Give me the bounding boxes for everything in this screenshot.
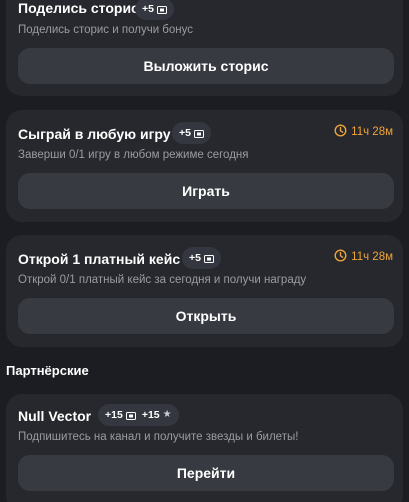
task-card-open-case: Открой 1 платный кейс +5 11ч 28м Открой … xyxy=(6,235,403,347)
open-case-button[interactable]: Открыть xyxy=(18,298,394,334)
reward-amount: +5 xyxy=(189,252,201,264)
tickets-amount: +15 xyxy=(105,409,123,421)
task-timer: 11ч 28м xyxy=(334,124,393,140)
partners-heading: Партнёрские xyxy=(6,363,89,378)
go-to-partner-button[interactable]: Перейти xyxy=(18,455,394,491)
partner-card-null-vector: Null Vector +15 +15 ★ Подпишитесь на кан… xyxy=(6,394,403,502)
star-icon: ★ xyxy=(162,409,172,420)
post-story-button[interactable]: Выложить сторис xyxy=(18,48,394,84)
reward-amount: +5 xyxy=(142,3,154,15)
timer-icon xyxy=(334,124,347,140)
partner-title: Null Vector xyxy=(18,408,92,424)
task-timer: 11ч 28м xyxy=(334,249,393,265)
task-card-play-game: Сыграй в любую игру +5 11ч 28м Заверши 0… xyxy=(6,110,403,222)
reward-badge: +5 xyxy=(182,247,221,269)
stars-amount: +15 xyxy=(141,409,160,421)
task-title: Сыграй в любую игру xyxy=(18,126,171,142)
timer-text: 11ч 28м xyxy=(351,126,393,138)
reward-amount: +5 xyxy=(179,127,191,139)
ticket-icon xyxy=(125,411,136,420)
ticket-icon xyxy=(193,129,204,138)
task-description: Поделись сторис и получи бонус xyxy=(18,24,194,36)
reward-badge: +5 xyxy=(135,0,174,20)
task-title: Поделись сторис xyxy=(18,0,139,16)
partner-description: Подпишитесь на канал и получите звезды и… xyxy=(18,431,299,443)
ticket-icon xyxy=(203,254,214,263)
task-title: Открой 1 платный кейс xyxy=(18,251,181,267)
timer-icon xyxy=(334,249,347,265)
task-card-share-story: Поделись сторис +5 Поделись сторис и пол… xyxy=(6,0,403,96)
reward-badge: +5 xyxy=(172,122,211,144)
task-description: Открой 0/1 платный кейс за сегодня и пол… xyxy=(18,274,307,286)
partner-reward-badge: +15 +15 ★ xyxy=(98,404,179,426)
timer-text: 11ч 28м xyxy=(351,251,393,263)
ticket-icon xyxy=(156,5,167,14)
play-button[interactable]: Играть xyxy=(18,173,394,209)
task-description: Заверши 0/1 игру в любом режиме сегодня xyxy=(18,149,249,161)
